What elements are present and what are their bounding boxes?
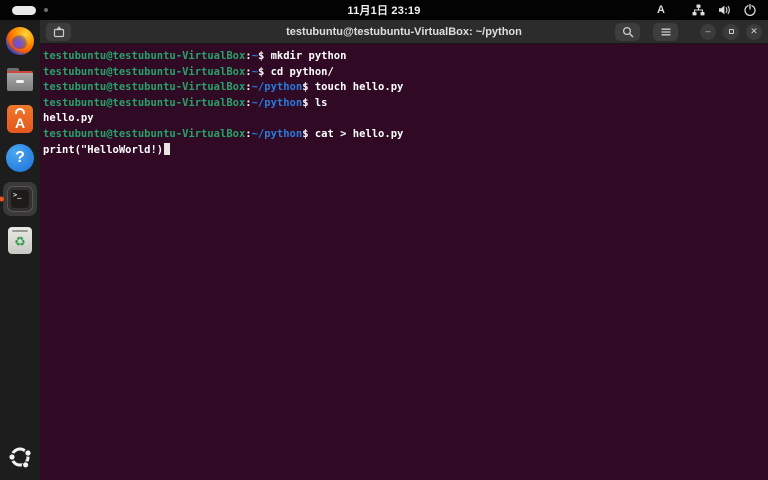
terminal-line: testubuntu@testubuntu-VirtualBox:~$ cd p… [43,65,765,81]
search-button[interactable] [615,23,640,41]
help-icon: ? [6,144,34,172]
menu-button[interactable] [653,23,678,41]
new-tab-button[interactable] [46,23,71,41]
network-icon [692,4,705,16]
system-tray[interactable]: A [657,4,756,16]
terminal-line: testubuntu@testubuntu-VirtualBox:~$ mkdi… [43,49,765,65]
dock-item-terminal[interactable]: >_ [3,182,37,216]
app-center-icon: A [7,105,33,133]
dock-item-firefox[interactable] [5,26,35,56]
dock-item-files[interactable] [5,65,35,95]
running-indicator-dot [0,197,4,202]
dock-item-help[interactable]: ? [5,143,35,173]
dock-item-app-center[interactable]: A [5,104,35,134]
new-tab-icon [53,26,65,38]
clock[interactable]: 11月1日 23:19 [347,2,420,18]
power-icon [744,4,756,16]
ubuntu-logo-icon [7,444,33,470]
minimize-button[interactable]: – [700,24,716,40]
terminal-line: testubuntu@testubuntu-VirtualBox:~/pytho… [43,96,765,112]
close-button[interactable]: ✕ [746,24,762,40]
show-apps-button[interactable] [5,442,35,472]
terminal-line: hello.py [43,111,765,127]
workspace-dot[interactable] [44,8,48,12]
terminal-icon: >_ [7,186,33,212]
files-icon [6,68,34,92]
dock-item-trash[interactable]: ♻ [5,225,35,255]
menu-icon [660,26,672,38]
volume-icon [718,4,731,16]
dock: A ? >_ ♻ [0,20,40,480]
input-method-indicator[interactable]: A [657,4,665,16]
maximize-button[interactable] [723,24,739,40]
terminal-output[interactable]: testubuntu@testubuntu-VirtualBox:~$ mkdi… [40,44,768,480]
firefox-icon [6,27,34,55]
window-title: testubuntu@testubuntu-VirtualBox: ~/pyth… [286,26,522,38]
top-bar: 11月1日 23:19 A [0,0,768,20]
terminal-line: print("HelloWorld!) [43,143,765,159]
terminal-line: testubuntu@testubuntu-VirtualBox:~/pytho… [43,127,765,143]
trash-icon: ♻ [8,227,32,254]
window-header[interactable]: testubuntu@testubuntu-VirtualBox: ~/pyth… [40,20,768,44]
terminal-line: testubuntu@testubuntu-VirtualBox:~/pytho… [43,80,765,96]
terminal-cursor [164,143,171,155]
search-icon [622,26,634,38]
terminal-window: testubuntu@testubuntu-VirtualBox: ~/pyth… [40,20,768,480]
workspace-pill-active[interactable] [12,6,36,15]
